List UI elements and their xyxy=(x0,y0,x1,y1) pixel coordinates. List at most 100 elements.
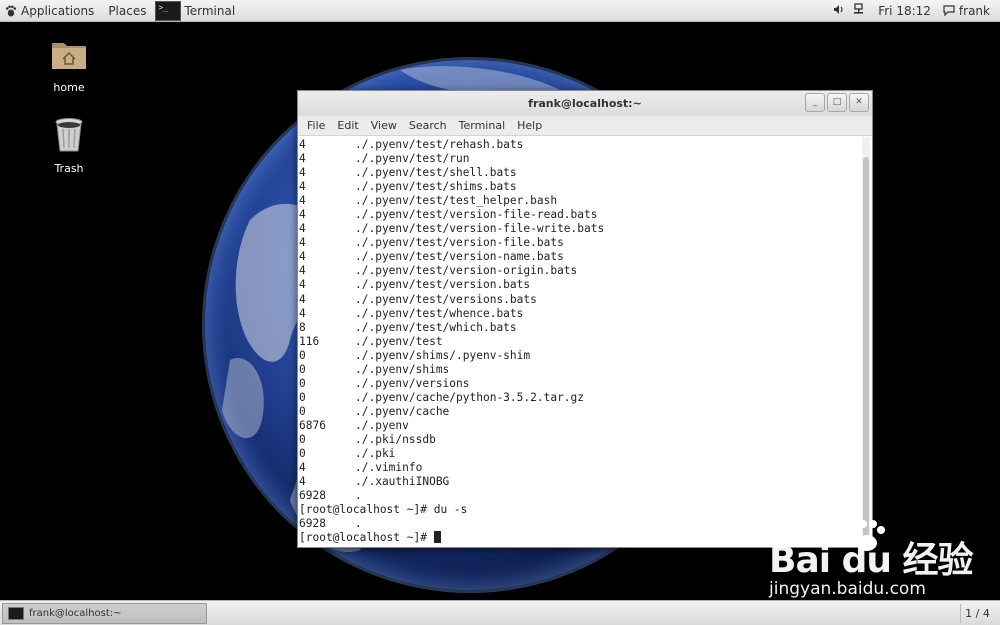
du-path: ./.pyenv/test/shims.bats xyxy=(355,180,517,194)
du-path: ./.pyenv/test/shell.bats xyxy=(355,166,517,180)
terminal-line: 4 ./.pyenv/test/shell.bats xyxy=(299,166,860,180)
du-size: 4 xyxy=(299,250,306,264)
terminal-line: 4 ./.pyenv/test/version-name.bats xyxy=(299,250,860,264)
du-size: 4 xyxy=(299,461,306,475)
maximize-button[interactable]: □ xyxy=(827,93,847,112)
shell-prompt: [root@localhost ~]# xyxy=(299,531,434,545)
du-path: ./.pki/nssdb xyxy=(355,432,436,446)
terminal-output[interactable]: 4 ./.pyenv/test/rehash.bats 4 ./.pyenv/test… xyxy=(298,137,860,547)
du-size: 0 xyxy=(299,362,306,376)
du-size: 4 xyxy=(299,166,306,180)
baidu-logo: Bai du 经验 xyxy=(769,540,974,581)
workspace-switcher[interactable]: 1 / 4 xyxy=(960,604,994,623)
terminal-line: 4 ./.pyenv/test/versions.bats xyxy=(299,293,860,307)
du-path: ./.pyenv/versions xyxy=(355,376,470,390)
network-icon[interactable] xyxy=(853,3,864,18)
terminal-line: 0 ./.pyenv/shims/.pyenv-shim xyxy=(299,349,860,363)
du-size: 116 xyxy=(299,334,320,348)
du-path: . xyxy=(355,489,362,503)
du-size: 6928 xyxy=(299,489,326,503)
taskbar-terminal-button[interactable]: frank@localhost:~ xyxy=(2,603,207,624)
du-size: 4 xyxy=(299,306,306,320)
applications-label: Applications xyxy=(21,3,95,18)
places-menu[interactable]: Places xyxy=(101,0,153,22)
terminal-scrollbar[interactable] xyxy=(862,137,870,547)
minimize-button[interactable]: _ xyxy=(805,93,825,112)
user-name: frank xyxy=(958,3,990,18)
close-button[interactable]: ✕ xyxy=(849,93,869,112)
du-path: ./.pyenv/test/whence.bats xyxy=(355,306,524,320)
du-path: ./.pyenv/test/versions.bats xyxy=(355,292,537,306)
du-path: ./.pyenv/test/version-file-write.bats xyxy=(355,222,605,236)
text-cursor xyxy=(433,531,441,544)
terminal-line: 4 ./.pyenv/test/version.bats xyxy=(299,278,860,292)
menu-help[interactable]: Help xyxy=(511,119,548,132)
du-path: ./.pyenv xyxy=(355,418,409,432)
terminal-line: 4 ./.pyenv/test/run xyxy=(299,152,860,166)
menu-view[interactable]: View xyxy=(365,119,403,132)
terminal-line: 4 ./.pyenv/test/version-file-read.bats xyxy=(299,208,860,222)
du-size: 4 xyxy=(299,278,306,292)
volume-icon[interactable] xyxy=(833,4,845,18)
du-path: . xyxy=(355,517,362,531)
du-size: 4 xyxy=(299,152,306,166)
du-path: ./.pyenv/shims/.pyenv-shim xyxy=(355,348,531,362)
menu-file[interactable]: File xyxy=(301,119,331,132)
terminal-line: 4 ./.pyenv/test/test_helper.bash xyxy=(299,194,860,208)
terminal-label: Terminal xyxy=(184,3,236,18)
terminal-launcher[interactable]: Terminal xyxy=(153,0,241,22)
du-size: 6928 xyxy=(299,517,326,531)
terminal-line: 0 ./.pki xyxy=(299,447,860,461)
window-titlebar[interactable]: frank@localhost:~ _ □ ✕ xyxy=(298,91,872,116)
terminal-line: 4 ./.viminfo xyxy=(299,461,860,475)
bottom-panel: frank@localhost:~ 1 / 4 xyxy=(0,600,1000,625)
user-menu[interactable]: frank xyxy=(943,4,990,18)
terminal-line: 0 ./.pyenv/versions xyxy=(299,377,860,391)
terminal-menubar: File Edit View Search Terminal Help xyxy=(298,116,872,136)
terminal-line: 4 ./.pyenv/test/whence.bats xyxy=(299,307,860,321)
du-path: ./.pyenv/test/version.bats xyxy=(355,278,531,292)
terminal-line: 0 ./.pyenv/shims xyxy=(299,363,860,377)
gnome-foot-icon xyxy=(5,5,17,16)
trash-icon xyxy=(55,118,83,152)
desktop-icon-home[interactable]: home xyxy=(34,38,104,94)
terminal-icon xyxy=(8,607,24,620)
du-size: 0 xyxy=(299,376,306,390)
terminal-line: 0 ./.pki/nssdb xyxy=(299,433,860,447)
desktop-icon-label: home xyxy=(53,81,85,94)
menu-terminal[interactable]: Terminal xyxy=(453,119,512,132)
du-path: ./.pki xyxy=(355,447,396,461)
du-size: 0 xyxy=(299,447,306,461)
du-path: ./.pyenv/test/which.bats xyxy=(355,320,517,334)
status-area: Fri 18:12 frank xyxy=(829,0,1000,22)
du-path: ./.pyenv/test/run xyxy=(355,152,470,166)
applications-menu[interactable]: Applications xyxy=(0,0,101,22)
clock[interactable]: Fri 18:12 xyxy=(878,4,931,18)
baidu-url: jingyan.baidu.com xyxy=(769,579,926,599)
desktop-icon-label: Trash xyxy=(54,162,84,175)
folder-home-icon xyxy=(52,43,86,69)
window-title: frank@localhost:~ xyxy=(528,97,642,110)
desktop-icon-trash[interactable]: Trash xyxy=(34,117,104,175)
du-size: 4 xyxy=(299,138,306,151)
terminal-lines: 4 ./.pyenv/test/rehash.bats 4 ./.pyenv/test… xyxy=(298,137,860,545)
du-size: 4 xyxy=(299,475,306,489)
du-path: ./.pyenv/shims xyxy=(355,362,450,376)
top-panel: Applications Places Terminal Fri 18:12 f… xyxy=(0,0,1000,22)
du-path: ./.pyenv/cache xyxy=(355,404,450,418)
du-path: ./.xauthiINOBG xyxy=(355,475,450,489)
menu-search[interactable]: Search xyxy=(403,119,453,132)
menu-edit[interactable]: Edit xyxy=(331,119,364,132)
du-size: 0 xyxy=(299,348,306,362)
du-size: 8 xyxy=(299,320,306,334)
terminal-line: 4 ./.pyenv/test/rehash.bats xyxy=(299,138,860,152)
du-path: ./.pyenv/test/rehash.bats xyxy=(355,138,524,151)
user-chat-icon xyxy=(943,5,955,16)
du-path: ./.viminfo xyxy=(355,461,423,475)
terminal-line: 4 ./.pyenv/test/shims.bats xyxy=(299,180,860,194)
terminal-icon xyxy=(155,0,182,21)
taskbar-label: frank@localhost:~ xyxy=(29,608,122,619)
terminal-line: 4 ./.pyenv/test/version-file-write.bats xyxy=(299,222,860,236)
terminal-line: 116 ./.pyenv/test xyxy=(299,335,860,349)
scrollbar-thumb[interactable] xyxy=(863,157,869,545)
